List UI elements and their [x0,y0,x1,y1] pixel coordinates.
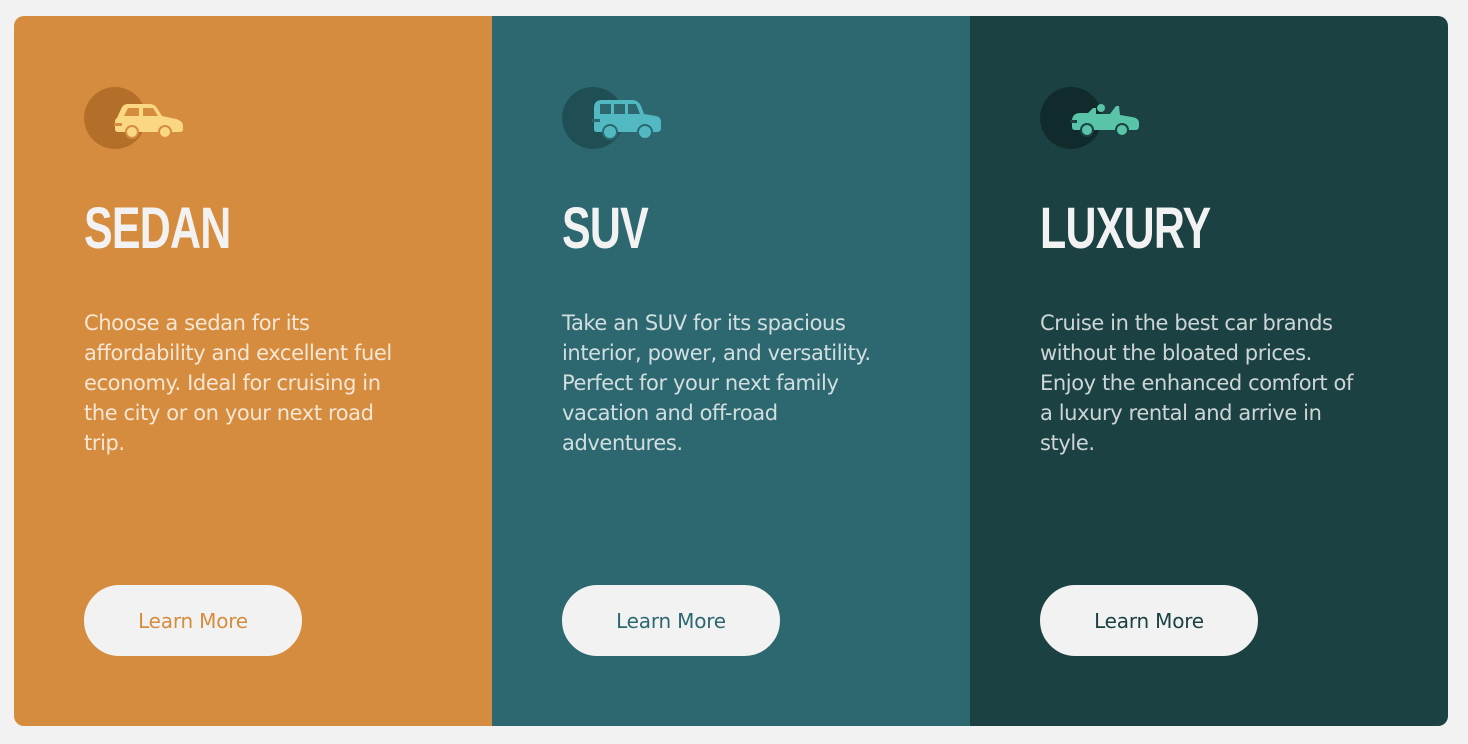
car-category-cards: SEDAN Choose a sedan for its affordabili… [14,16,1448,726]
sedan-card: SEDAN Choose a sedan for its affordabili… [14,16,492,726]
sedan-car-icon [84,86,184,150]
suv-car-icon [562,86,662,150]
card-title: SUV [562,196,649,261]
suv-card: SUV Take an SUV for its spacious interio… [492,16,970,726]
card-description: Take an SUV for its spacious interior, p… [562,311,871,455]
learn-more-button[interactable]: Learn More [562,585,780,656]
learn-more-button[interactable]: Learn More [1040,585,1258,656]
luxury-card: LUXURY Cruise in the best car brands wit… [970,16,1448,726]
card-description: Cruise in the best car brands without th… [1040,311,1353,455]
card-title: SEDAN [84,196,231,261]
card-description: Choose a sedan for its affordability and… [84,311,392,455]
card-title: LUXURY [1040,196,1211,261]
luxury-car-icon [1040,86,1140,150]
learn-more-button[interactable]: Learn More [84,585,302,656]
